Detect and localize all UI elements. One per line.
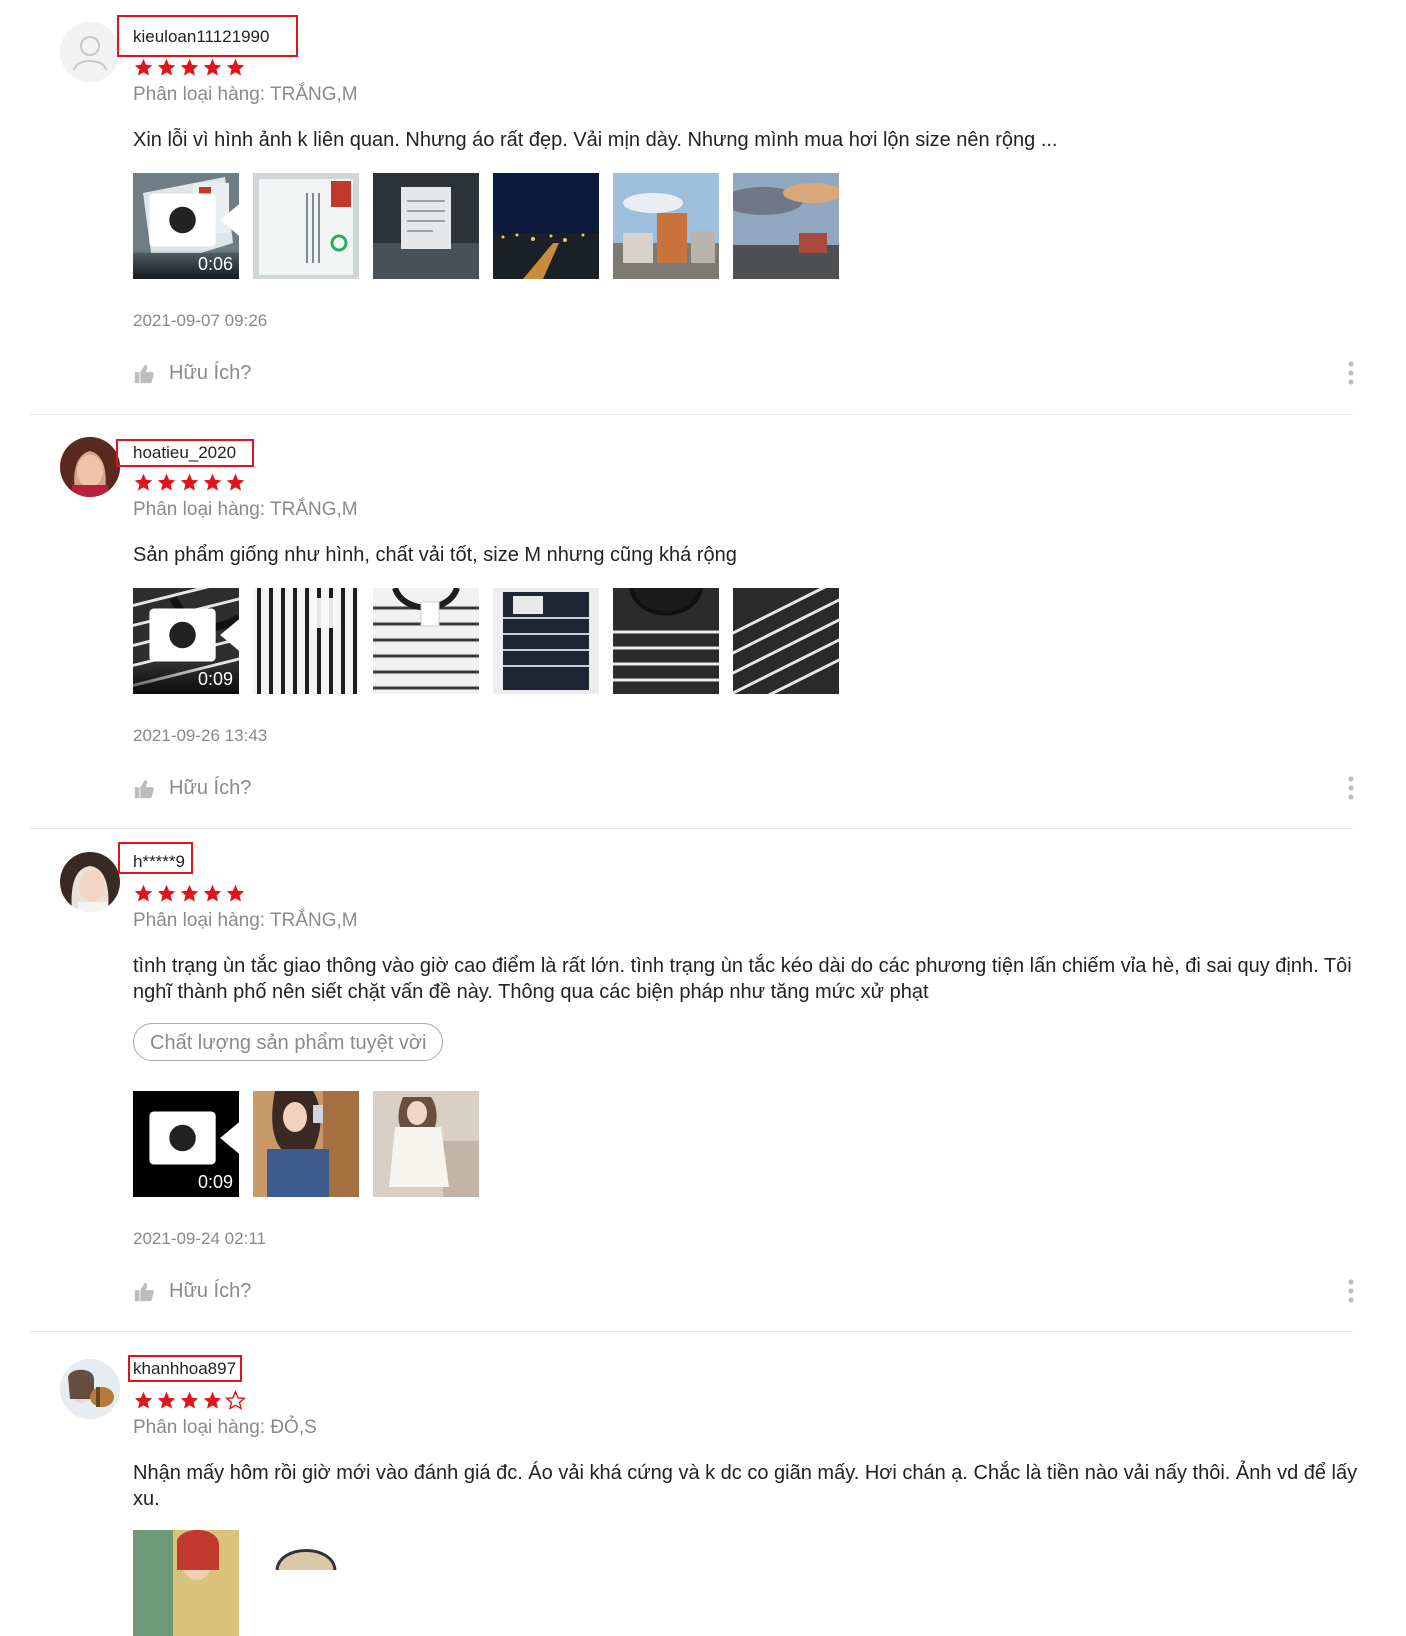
product-variation: Phân loại hàng: ĐỎ,S	[133, 1417, 317, 1438]
star-filled-icon	[226, 884, 245, 902]
review-comment: Sản phẩm giống như hình, chất vải tốt, s…	[133, 544, 737, 566]
star-filled-icon	[203, 473, 222, 491]
review-comment: Nhận mấy hôm rồi giờ mới vào đánh giá đc…	[133, 1462, 1358, 1510]
star-filled-icon	[134, 884, 153, 902]
review-comment: Xin lỗi vì hình ảnh k liên quan. Nhưng á…	[133, 129, 1058, 151]
review-username[interactable]: kieuloan11121990	[133, 27, 269, 47]
helpful-button[interactable]: Hữu Ích?	[133, 1280, 251, 1303]
review-comment: tình trạng ùn tắc giao thông vào giờ cao…	[133, 955, 1352, 1003]
review-divider	[30, 828, 1353, 829]
video-duration: 0:06	[197, 254, 233, 274]
video-duration: 0:09	[197, 1172, 233, 1192]
review-image-thumbnail[interactable]	[253, 173, 359, 279]
star-filled-icon	[226, 58, 245, 76]
star-filled-icon	[226, 473, 245, 491]
review-divider	[30, 1331, 1353, 1332]
review-media-row	[133, 1530, 359, 1636]
helpful-button[interactable]: Hữu Ích?	[133, 777, 251, 800]
star-filled-icon	[134, 1391, 153, 1409]
product-variation: Phân loại hàng: TRẮNG,M	[133, 910, 358, 931]
review-image-thumbnail[interactable]	[253, 1530, 359, 1636]
star-filled-icon	[157, 884, 176, 902]
review-image-thumbnail[interactable]	[373, 588, 479, 694]
review-image-thumbnail[interactable]	[493, 173, 599, 279]
avatar[interactable]	[60, 852, 120, 912]
rating-stars	[133, 1390, 246, 1411]
helpful-label: Hữu Ích?	[169, 777, 252, 799]
review-video-thumbnail[interactable]: 0:09	[133, 1091, 239, 1197]
rating-stars	[133, 883, 246, 904]
review-image-thumbnail[interactable]	[373, 173, 479, 279]
review-video-thumbnail[interactable]: 0:06	[133, 173, 239, 279]
video-duration: 0:09	[197, 669, 233, 689]
review-divider	[30, 414, 1353, 415]
thumbs-up-icon	[134, 1282, 154, 1301]
star-filled-icon	[203, 1391, 222, 1409]
helpful-label: Hữu Ích?	[169, 362, 252, 384]
review-image-thumbnail[interactable]	[733, 173, 839, 279]
star-empty-icon	[225, 1390, 246, 1410]
review-image-thumbnail[interactable]	[133, 1530, 239, 1636]
review-image-thumbnail[interactable]	[613, 588, 719, 694]
review-tag: Chất lượng sản phẩm tuyệt vời	[133, 1023, 444, 1061]
avatar[interactable]	[60, 437, 120, 497]
star-filled-icon	[157, 1391, 176, 1409]
review-media-row: 0:09	[133, 1091, 479, 1197]
star-filled-icon	[180, 884, 199, 902]
review-image-thumbnail[interactable]	[373, 1091, 479, 1197]
review-username[interactable]: khanhhoa897	[133, 1359, 236, 1379]
star-filled-icon	[134, 473, 153, 491]
star-filled-icon	[157, 473, 176, 491]
more-options-icon[interactable]	[1348, 776, 1354, 800]
helpful-label: Hữu Ích?	[169, 1280, 252, 1302]
star-filled-icon	[134, 58, 153, 76]
helpful-button[interactable]: Hữu Ích?	[133, 362, 251, 385]
star-filled-icon	[180, 1391, 199, 1409]
more-options-icon[interactable]	[1348, 361, 1354, 385]
star-filled-icon	[203, 884, 222, 902]
review-image-thumbnail[interactable]	[613, 173, 719, 279]
review-video-thumbnail[interactable]: 0:09	[133, 588, 239, 694]
star-filled-icon	[180, 58, 199, 76]
product-variation: Phân loại hàng: TRẮNG,M	[133, 84, 358, 105]
review-image-thumbnail[interactable]	[253, 588, 359, 694]
thumbs-up-icon	[134, 779, 154, 798]
product-variation: Phân loại hàng: TRẮNG,M	[133, 499, 358, 520]
star-filled-icon	[180, 473, 199, 491]
star-filled-icon	[203, 58, 222, 76]
rating-stars	[133, 57, 246, 78]
review-username[interactable]: h*****9	[133, 852, 185, 872]
avatar[interactable]	[60, 1359, 120, 1419]
review-username[interactable]: hoatieu_2020	[133, 443, 236, 463]
avatar[interactable]	[60, 22, 120, 82]
review-image-thumbnail[interactable]	[733, 588, 839, 694]
review-date: 2021-09-07 09:26	[133, 311, 268, 330]
more-options-icon[interactable]	[1348, 1279, 1354, 1303]
default-user-icon	[60, 22, 120, 82]
thumbs-up-icon	[134, 364, 154, 383]
review-media-row: 0:09	[133, 588, 839, 694]
review-image-thumbnail[interactable]	[493, 588, 599, 694]
rating-stars	[133, 472, 246, 493]
review-date: 2021-09-26 13:43	[133, 726, 268, 745]
review-image-thumbnail[interactable]	[253, 1091, 359, 1197]
star-filled-icon	[157, 58, 176, 76]
review-media-row: 0:06	[133, 173, 839, 279]
review-date: 2021-09-24 02:11	[133, 1229, 266, 1248]
